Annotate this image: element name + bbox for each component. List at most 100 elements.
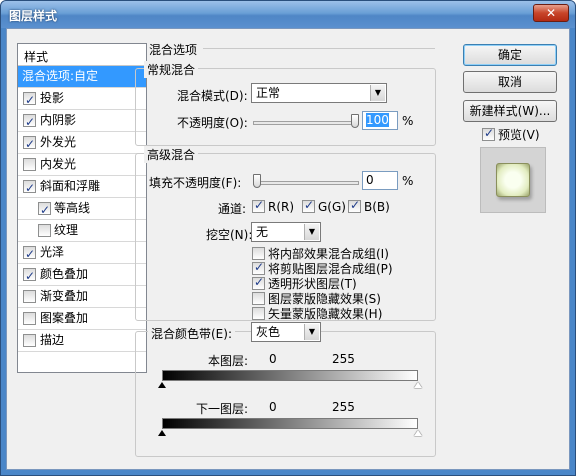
fill-opacity-input[interactable]: 0 <box>362 171 398 190</box>
fill-opacity-slider-track[interactable] <box>253 181 359 185</box>
advanced-option-label: 矢量蒙版隐藏效果(H) <box>268 307 383 321</box>
chevron-down-icon: ▼ <box>304 224 319 240</box>
style-item[interactable]: 描边 <box>18 330 146 352</box>
style-item[interactable]: 斜面和浮雕 <box>18 176 146 199</box>
knockout-value: 无 <box>256 225 269 239</box>
fill-opacity-value: 0 <box>366 173 374 187</box>
window-title: 图层样式 <box>9 9 58 23</box>
style-item-checkbox[interactable] <box>23 290 36 303</box>
opacity-unit: % <box>402 114 414 128</box>
style-item[interactable]: 等高线 <box>18 198 146 221</box>
opacity-slider-track[interactable] <box>253 121 359 125</box>
styles-header[interactable]: 样式 <box>18 44 146 66</box>
this-layer-black-slider[interactable] <box>158 382 166 388</box>
ok-button[interactable]: 确定 <box>463 44 557 66</box>
blend-if-select[interactable]: 灰色 ▼ <box>251 322 321 342</box>
style-item-checkbox[interactable] <box>23 158 36 171</box>
general-blending-title: 常规混合 <box>144 61 199 78</box>
cancel-button[interactable]: 取消 <box>463 71 557 93</box>
style-item[interactable]: 纹理 <box>18 220 146 242</box>
style-item[interactable]: 投影 <box>18 88 146 111</box>
advanced-option-check[interactable] <box>252 275 265 290</box>
underlying-black-slider[interactable] <box>158 430 166 436</box>
blend-mode-select[interactable]: 正常 ▼ <box>251 83 387 103</box>
style-item-checkbox[interactable] <box>23 312 36 325</box>
style-item[interactable]: 光泽 <box>18 242 146 265</box>
style-item-checkbox[interactable] <box>23 334 36 347</box>
this-layer-white-slider[interactable] <box>414 382 422 388</box>
blending-options-section: 混合选项 常规混合 混合模式(D): 正常 ▼ 不透明度(O): 100 % 高… <box>135 43 445 462</box>
channel-b-label: B(B) <box>364 200 390 214</box>
blend-if-label: 混合颜色带(E): <box>148 325 235 342</box>
preview-check[interactable] <box>482 126 495 141</box>
style-item-label: 光泽 <box>40 245 65 259</box>
blend-mode-value: 正常 <box>256 86 281 100</box>
style-item-checkbox[interactable] <box>23 134 36 155</box>
underlying-layer-gradient <box>162 418 418 429</box>
channel-r-checkbox[interactable]: R(R) <box>252 198 295 214</box>
style-item-label: 内发光 <box>40 157 77 171</box>
title-bar[interactable]: 图层样式 ✕ <box>1 1 575 28</box>
underlying-layer-low: 0 <box>269 400 277 414</box>
blend-if-group: 混合颜色带(E): 灰色 ▼ 本图层: 0 255 下一图层: 0 255 <box>135 322 436 457</box>
style-item[interactable]: 内发光 <box>18 154 146 176</box>
this-layer-low: 0 <box>269 352 277 366</box>
opacity-slider-thumb[interactable] <box>351 114 359 128</box>
advanced-option-check[interactable] <box>252 260 265 275</box>
style-item-checkbox[interactable] <box>23 178 36 199</box>
style-item[interactable]: 混合选项:自定 <box>18 66 146 88</box>
general-blending-group: 常规混合 混合模式(D): 正常 ▼ 不透明度(O): 100 % <box>135 61 436 146</box>
layer-style-dialog: 图层样式 ✕ 样式 混合选项:自定投影内阴影外发光内发光斜面和浮雕等高线纹理光泽… <box>0 0 576 476</box>
channel-g-checkbox[interactable]: G(G) <box>302 198 346 214</box>
blending-options-title: 混合选项 <box>149 43 198 57</box>
style-item-label: 描边 <box>40 333 65 347</box>
underlying-white-slider[interactable] <box>414 430 422 436</box>
style-item[interactable]: 外发光 <box>18 132 146 155</box>
channel-b-check[interactable] <box>348 198 361 213</box>
style-item[interactable]: 颜色叠加 <box>18 264 146 287</box>
style-item-label: 图案叠加 <box>40 311 89 325</box>
channel-r-label: R(R) <box>268 200 295 214</box>
opacity-input[interactable]: 100 <box>362 111 398 130</box>
style-item-checkbox[interactable] <box>38 200 51 221</box>
channel-b-checkbox[interactable]: B(B) <box>348 198 390 214</box>
advanced-option-check[interactable] <box>252 292 265 305</box>
dialog-client: 样式 混合选项:自定投影内阴影外发光内发光斜面和浮雕等高线纹理光泽颜色叠加渐变叠… <box>6 28 570 470</box>
advanced-blending-title: 高级混合 <box>144 146 199 163</box>
style-item-checkbox[interactable] <box>38 224 51 237</box>
fill-opacity-slider-thumb[interactable] <box>253 174 261 188</box>
style-item-checkbox[interactable] <box>23 266 36 287</box>
knockout-label: 挖空(N): <box>206 228 253 242</box>
close-button[interactable]: ✕ <box>533 4 569 22</box>
style-item[interactable]: 渐变叠加 <box>18 286 146 308</box>
style-item-label: 投影 <box>40 91 65 105</box>
style-item-label: 渐变叠加 <box>40 289 89 303</box>
style-item-checkbox[interactable] <box>23 90 36 111</box>
channel-g-check[interactable] <box>302 198 315 213</box>
style-item-label: 等高线 <box>54 201 91 215</box>
knockout-select[interactable]: 无 ▼ <box>251 222 321 242</box>
channel-r-check[interactable] <box>252 198 265 213</box>
style-item-checkbox[interactable] <box>23 112 36 133</box>
advanced-option-check[interactable] <box>252 307 265 320</box>
new-style-button[interactable]: 新建样式(W)... <box>463 100 557 122</box>
preview-checkbox[interactable]: 预览(V) <box>482 126 540 143</box>
preview-swatch <box>496 163 530 197</box>
this-layer-label: 本图层: <box>208 354 249 368</box>
preview-label: 预览(V) <box>498 128 540 142</box>
advanced-option-label: 将内部效果混合成组(I) <box>268 247 389 261</box>
style-item-label: 斜面和浮雕 <box>40 179 101 193</box>
advanced-option-checkbox[interactable]: 矢量蒙版隐藏效果(H) <box>252 305 382 322</box>
opacity-label: 不透明度(O): <box>177 116 248 130</box>
style-item-label: 纹理 <box>54 223 79 237</box>
advanced-option-check[interactable] <box>252 247 265 260</box>
style-item-checkbox[interactable] <box>23 244 36 265</box>
style-item[interactable]: 图案叠加 <box>18 308 146 330</box>
style-item[interactable]: 内阴影 <box>18 110 146 133</box>
this-layer-high: 255 <box>332 352 355 366</box>
advanced-blending-group: 高级混合 填充不透明度(F): 0 % 通道: R(R) G(G) B(B) <box>135 146 436 322</box>
style-preview <box>480 147 546 213</box>
style-item-label: 内阴影 <box>40 113 77 127</box>
blending-options-divider <box>203 48 435 49</box>
style-item-label: 混合选项:自定 <box>22 69 99 83</box>
